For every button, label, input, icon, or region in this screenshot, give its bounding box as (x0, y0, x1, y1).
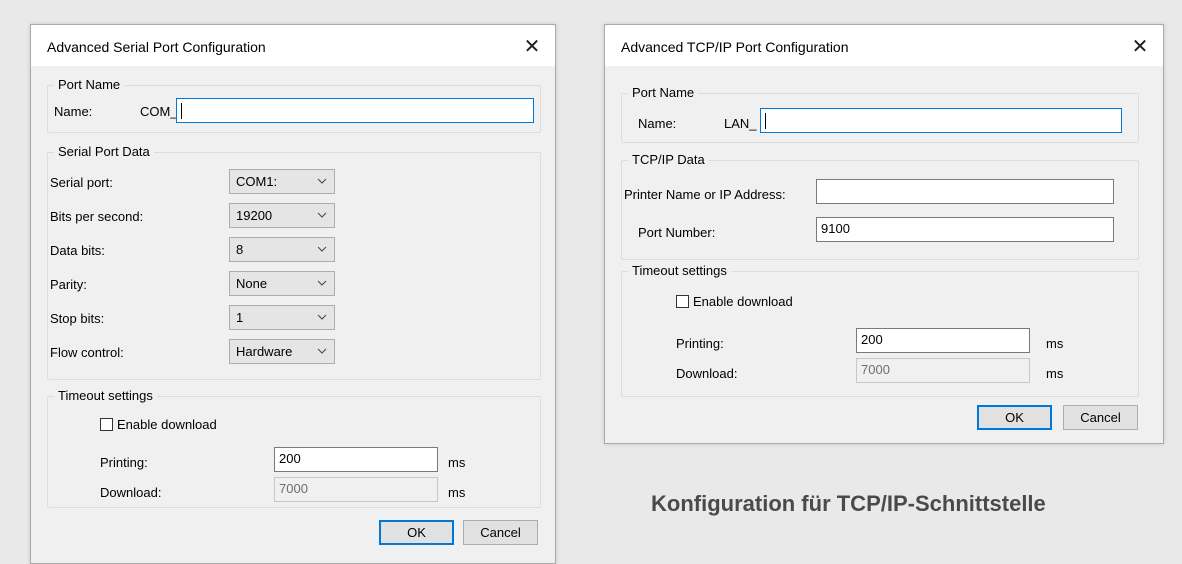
parity-label: Parity: (50, 277, 87, 292)
download-label: Download: (100, 485, 162, 500)
text-caret (181, 102, 182, 119)
stop-bits-label: Stop bits: (50, 311, 105, 326)
checkbox-box[interactable] (676, 295, 689, 308)
group-legend: Timeout settings (54, 388, 157, 403)
printing-timeout-input[interactable]: 200 (856, 328, 1030, 353)
enable-download-label: Enable download (117, 417, 217, 432)
enable-download-checkbox[interactable]: Enable download (676, 294, 793, 309)
enable-download-label: Enable download (693, 294, 793, 309)
chevron-down-icon (317, 314, 327, 320)
flow-control-select[interactable]: Hardware (229, 339, 335, 364)
printing-timeout-input[interactable]: 200 (274, 447, 438, 472)
tcp-port-name-group: Port Name Name: LAN_ (621, 85, 1139, 143)
tcp-timeout-group: Timeout settings Enable download Printin… (621, 263, 1139, 397)
chevron-down-icon (317, 246, 327, 252)
download-unit: ms (1046, 366, 1064, 381)
printing-unit: ms (448, 455, 466, 470)
serial-timeout-group: Timeout settings Enable download Printin… (47, 388, 541, 508)
download-timeout-input: 7000 (856, 358, 1030, 383)
close-icon[interactable]: ✕ (509, 25, 555, 67)
serial-dialog-titlebar: Advanced Serial Port Configuration ✕ (31, 25, 555, 67)
group-legend: Serial Port Data (54, 144, 154, 159)
bits-per-second-select[interactable]: 19200 (229, 203, 335, 228)
name-label: Name: (638, 116, 677, 131)
data-bits-select[interactable]: 8 (229, 237, 335, 262)
group-legend: Timeout settings (628, 263, 731, 278)
group-legend: Port Name (54, 77, 125, 92)
cancel-button[interactable]: Cancel (1063, 405, 1138, 430)
bits-per-second-label: Bits per second: (50, 209, 144, 224)
printer-name-label: Printer Name or IP Address: (624, 187, 786, 202)
checkbox-box[interactable] (100, 418, 113, 431)
ok-button[interactable]: OK (977, 405, 1052, 430)
close-icon[interactable]: ✕ (1117, 25, 1163, 67)
port-name-input[interactable] (760, 108, 1122, 133)
printer-address-input[interactable] (816, 179, 1114, 204)
group-legend: TCP/IP Data (628, 152, 709, 167)
serial-config-dialog: Advanced Serial Port Configuration ✕ Por… (30, 24, 556, 564)
flow-control-label: Flow control: (50, 345, 124, 360)
chevron-down-icon (317, 280, 327, 286)
name-prefix: LAN_ (724, 116, 757, 131)
download-unit: ms (448, 485, 466, 500)
serial-port-label: Serial port: (50, 175, 113, 190)
ok-button[interactable]: OK (379, 520, 454, 545)
port-number-label: Port Number: (638, 225, 716, 240)
name-prefix: COM_ (140, 104, 178, 119)
serial-port-name-group: Port Name Name: COM_ (47, 77, 541, 133)
serial-port-data-group: Serial Port Data Serial port: COM1: Bits… (47, 144, 541, 380)
port-number-input[interactable]: 9100 (816, 217, 1114, 242)
chevron-down-icon (317, 348, 327, 354)
cancel-button[interactable]: Cancel (463, 520, 538, 545)
tcp-dialog-title: Advanced TCP/IP Port Configuration (621, 39, 849, 55)
download-label: Download: (676, 366, 738, 381)
printing-label: Printing: (100, 455, 148, 470)
serial-dialog-title: Advanced Serial Port Configuration (47, 39, 266, 55)
tcp-dialog-titlebar: Advanced TCP/IP Port Configuration ✕ (605, 25, 1163, 67)
text-caret (765, 112, 766, 129)
parity-select[interactable]: None (229, 271, 335, 296)
serial-port-select[interactable]: COM1: (229, 169, 335, 194)
tcp-ip-data-group: TCP/IP Data Printer Name or IP Address: … (621, 152, 1139, 260)
enable-download-checkbox[interactable]: Enable download (100, 417, 217, 432)
printing-unit: ms (1046, 336, 1064, 351)
tcp-config-dialog: Advanced TCP/IP Port Configuration ✕ Por… (604, 24, 1164, 444)
name-label: Name: (54, 104, 93, 119)
chevron-down-icon (317, 212, 327, 218)
group-legend: Port Name (628, 85, 699, 100)
port-name-input[interactable] (176, 98, 534, 123)
stop-bits-select[interactable]: 1 (229, 305, 335, 330)
printing-label: Printing: (676, 336, 724, 351)
figure-caption: Konfiguration für TCP/IP-Schnittstelle (651, 491, 1046, 516)
data-bits-label: Data bits: (50, 243, 105, 258)
chevron-down-icon (317, 178, 327, 184)
download-timeout-input: 7000 (274, 477, 438, 502)
